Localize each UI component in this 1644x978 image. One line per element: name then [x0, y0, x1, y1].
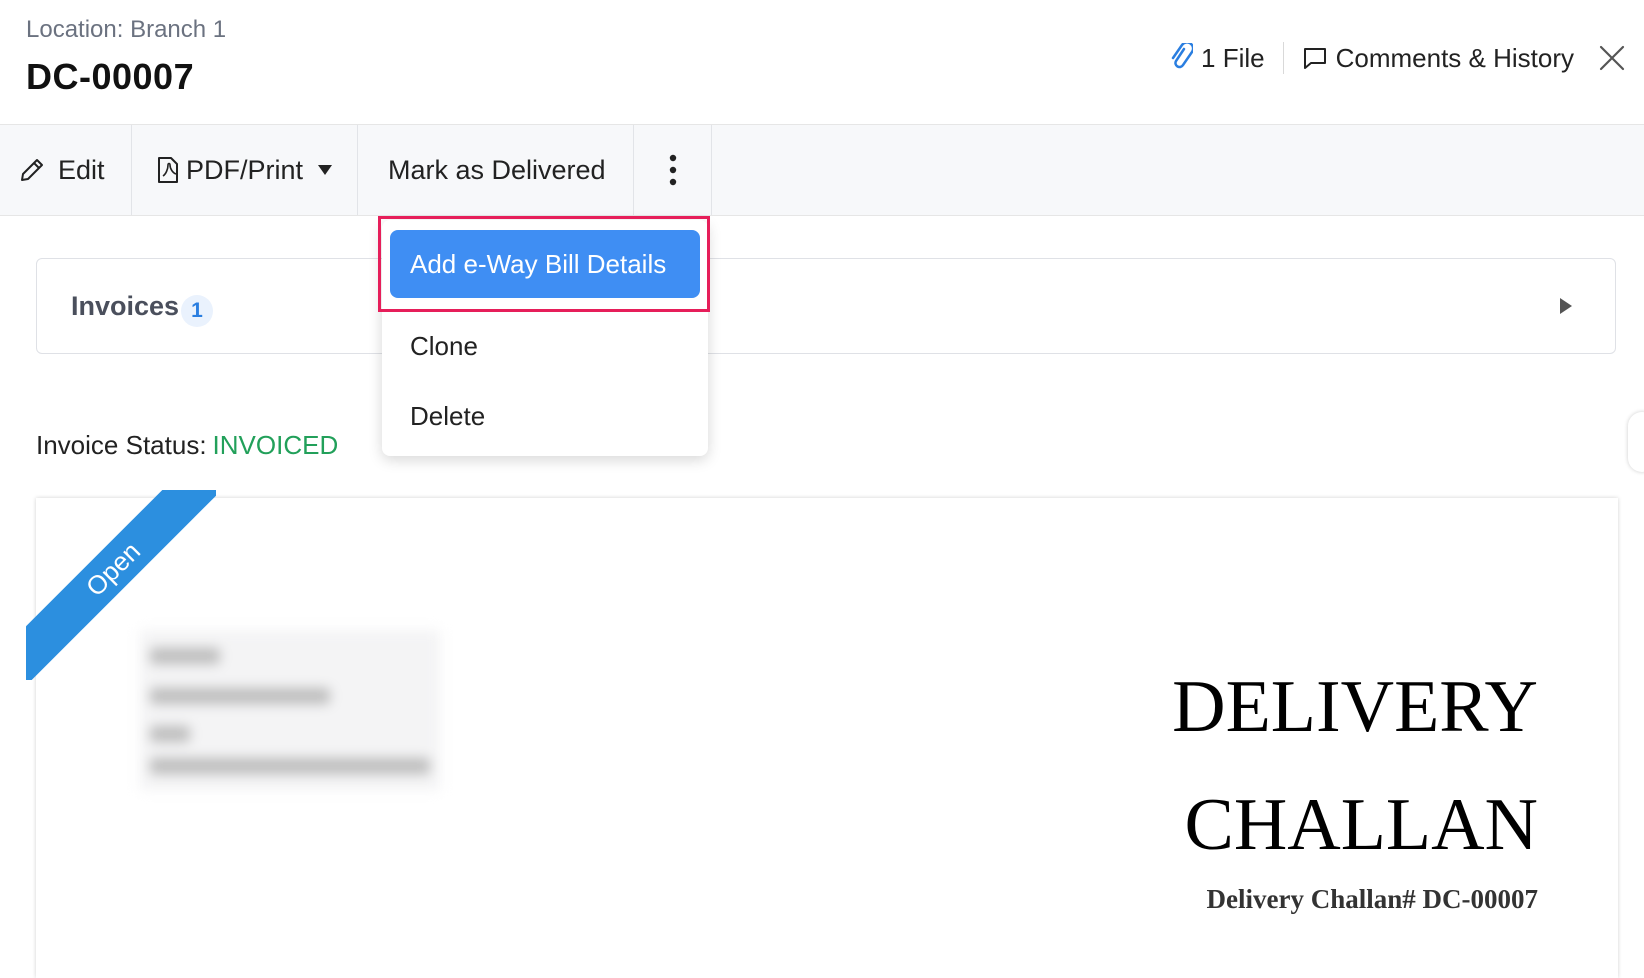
pdf-print-label: PDF/Print [186, 154, 304, 185]
challan-number: Delivery Challan# DC-00007 [1206, 884, 1538, 914]
more-vertical-icon [669, 154, 676, 186]
caret-right-icon [1560, 298, 1572, 314]
invoice-status-label: Invoice Status: [36, 430, 207, 460]
mark-delivered-label: Mark as Delivered [388, 154, 606, 185]
invoices-label: Invoices [71, 291, 180, 321]
paperclip-icon [1171, 43, 1194, 69]
location-label: Location: Branch 1 [26, 16, 227, 43]
attachments-link[interactable]: 1 File [1169, 43, 1265, 74]
side-handle[interactable] [1628, 412, 1644, 472]
comments-history-link[interactable]: Comments & History [1302, 43, 1574, 74]
pdf-icon [158, 157, 178, 183]
header-actions: 1 File Comments & History [1169, 38, 1626, 78]
mark-delivered-button[interactable]: Mark as Delivered [358, 125, 634, 215]
invoice-status: Invoice Status: INVOICED [36, 430, 338, 461]
action-toolbar: Edit PDF/Print Mark as Delivered [0, 124, 1644, 216]
caret-down-icon [318, 165, 333, 175]
close-button[interactable] [1598, 44, 1626, 72]
pdf-print-button[interactable]: PDF/Print [132, 125, 358, 215]
more-options-menu: Add e-Way Bill Details Clone Delete [382, 220, 708, 456]
more-options-button[interactable] [634, 125, 712, 215]
document-preview: DELIVERY CHALLAN Delivery Challan# DC-00… [36, 498, 1618, 978]
invoice-status-value: INVOICED [212, 430, 339, 460]
document-heading-line1: DELIVERY [1172, 666, 1538, 748]
page-title: DC-00007 [26, 56, 195, 97]
header-divider [1282, 42, 1284, 74]
menu-item-add-eway-bill[interactable]: Add e-Way Bill Details [390, 230, 700, 298]
comments-history-label: Comments & History [1335, 42, 1574, 73]
menu-item-delete[interactable]: Delete [382, 386, 708, 446]
document-heading: DELIVERY CHALLAN [1172, 648, 1538, 884]
close-icon [1599, 45, 1625, 71]
menu-item-clone[interactable]: Clone [382, 316, 708, 376]
blur-line [150, 726, 190, 742]
document-heading-line2: CHALLAN [1184, 784, 1538, 866]
header: Location: Branch 1 DC-00007 1 File Comme… [0, 0, 1644, 124]
edit-button[interactable]: Edit [0, 125, 132, 215]
status-ribbon: Open [26, 490, 216, 680]
status-ribbon-text: Open [26, 490, 216, 680]
invoices-count-badge: 1 [181, 295, 213, 327]
blur-line [150, 758, 430, 774]
invoices-panel[interactable]: Invoices 1 [36, 258, 1616, 354]
pencil-icon [21, 159, 43, 181]
comment-icon [1303, 48, 1326, 69]
edit-label: Edit [58, 154, 105, 185]
blur-line [150, 688, 330, 704]
attachments-label: 1 File [1201, 42, 1265, 73]
